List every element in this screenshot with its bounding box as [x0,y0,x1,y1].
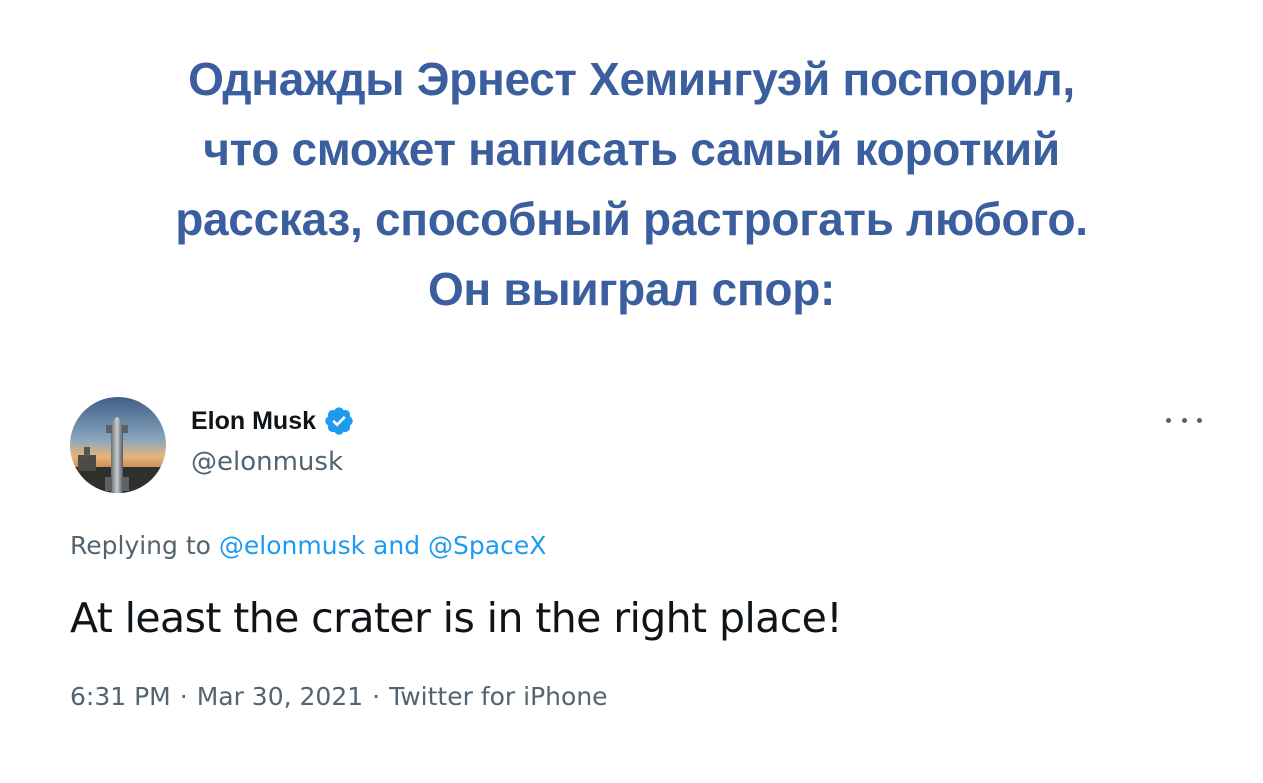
tweet-card: Elon Musk @elonmusk Replying to @elonmus… [0,0,1263,783]
tweet-meta: 6:31 PM · Mar 30, 2021 · Twitter for iPhone [70,682,608,711]
tweet-date[interactable]: Mar 30, 2021 [197,682,363,711]
replying-to: Replying to @elonmusk and @SpaceX [70,531,546,560]
meta-separator: · [372,682,381,711]
tweet-time[interactable]: 6:31 PM [70,682,171,711]
avatar-image [70,397,166,493]
meta-separator: · [179,682,188,711]
verified-badge-icon [323,405,355,437]
more-options-icon[interactable] [1166,408,1202,432]
author-handle[interactable]: @elonmusk [191,447,343,477]
tweet-source: Twitter for iPhone [389,682,608,711]
avatar[interactable] [70,397,166,493]
mention-link-elonmusk[interactable]: @elonmusk [219,531,365,560]
author-name[interactable]: Elon Musk [191,407,316,436]
mention-link-spacex[interactable]: @SpaceX [428,531,546,560]
replying-to-prefix: Replying to [70,531,211,560]
tweet-text: At least the crater is in the right plac… [70,594,843,642]
author-name-row[interactable]: Elon Musk [191,405,355,437]
replying-to-conjunction: and [373,531,421,560]
